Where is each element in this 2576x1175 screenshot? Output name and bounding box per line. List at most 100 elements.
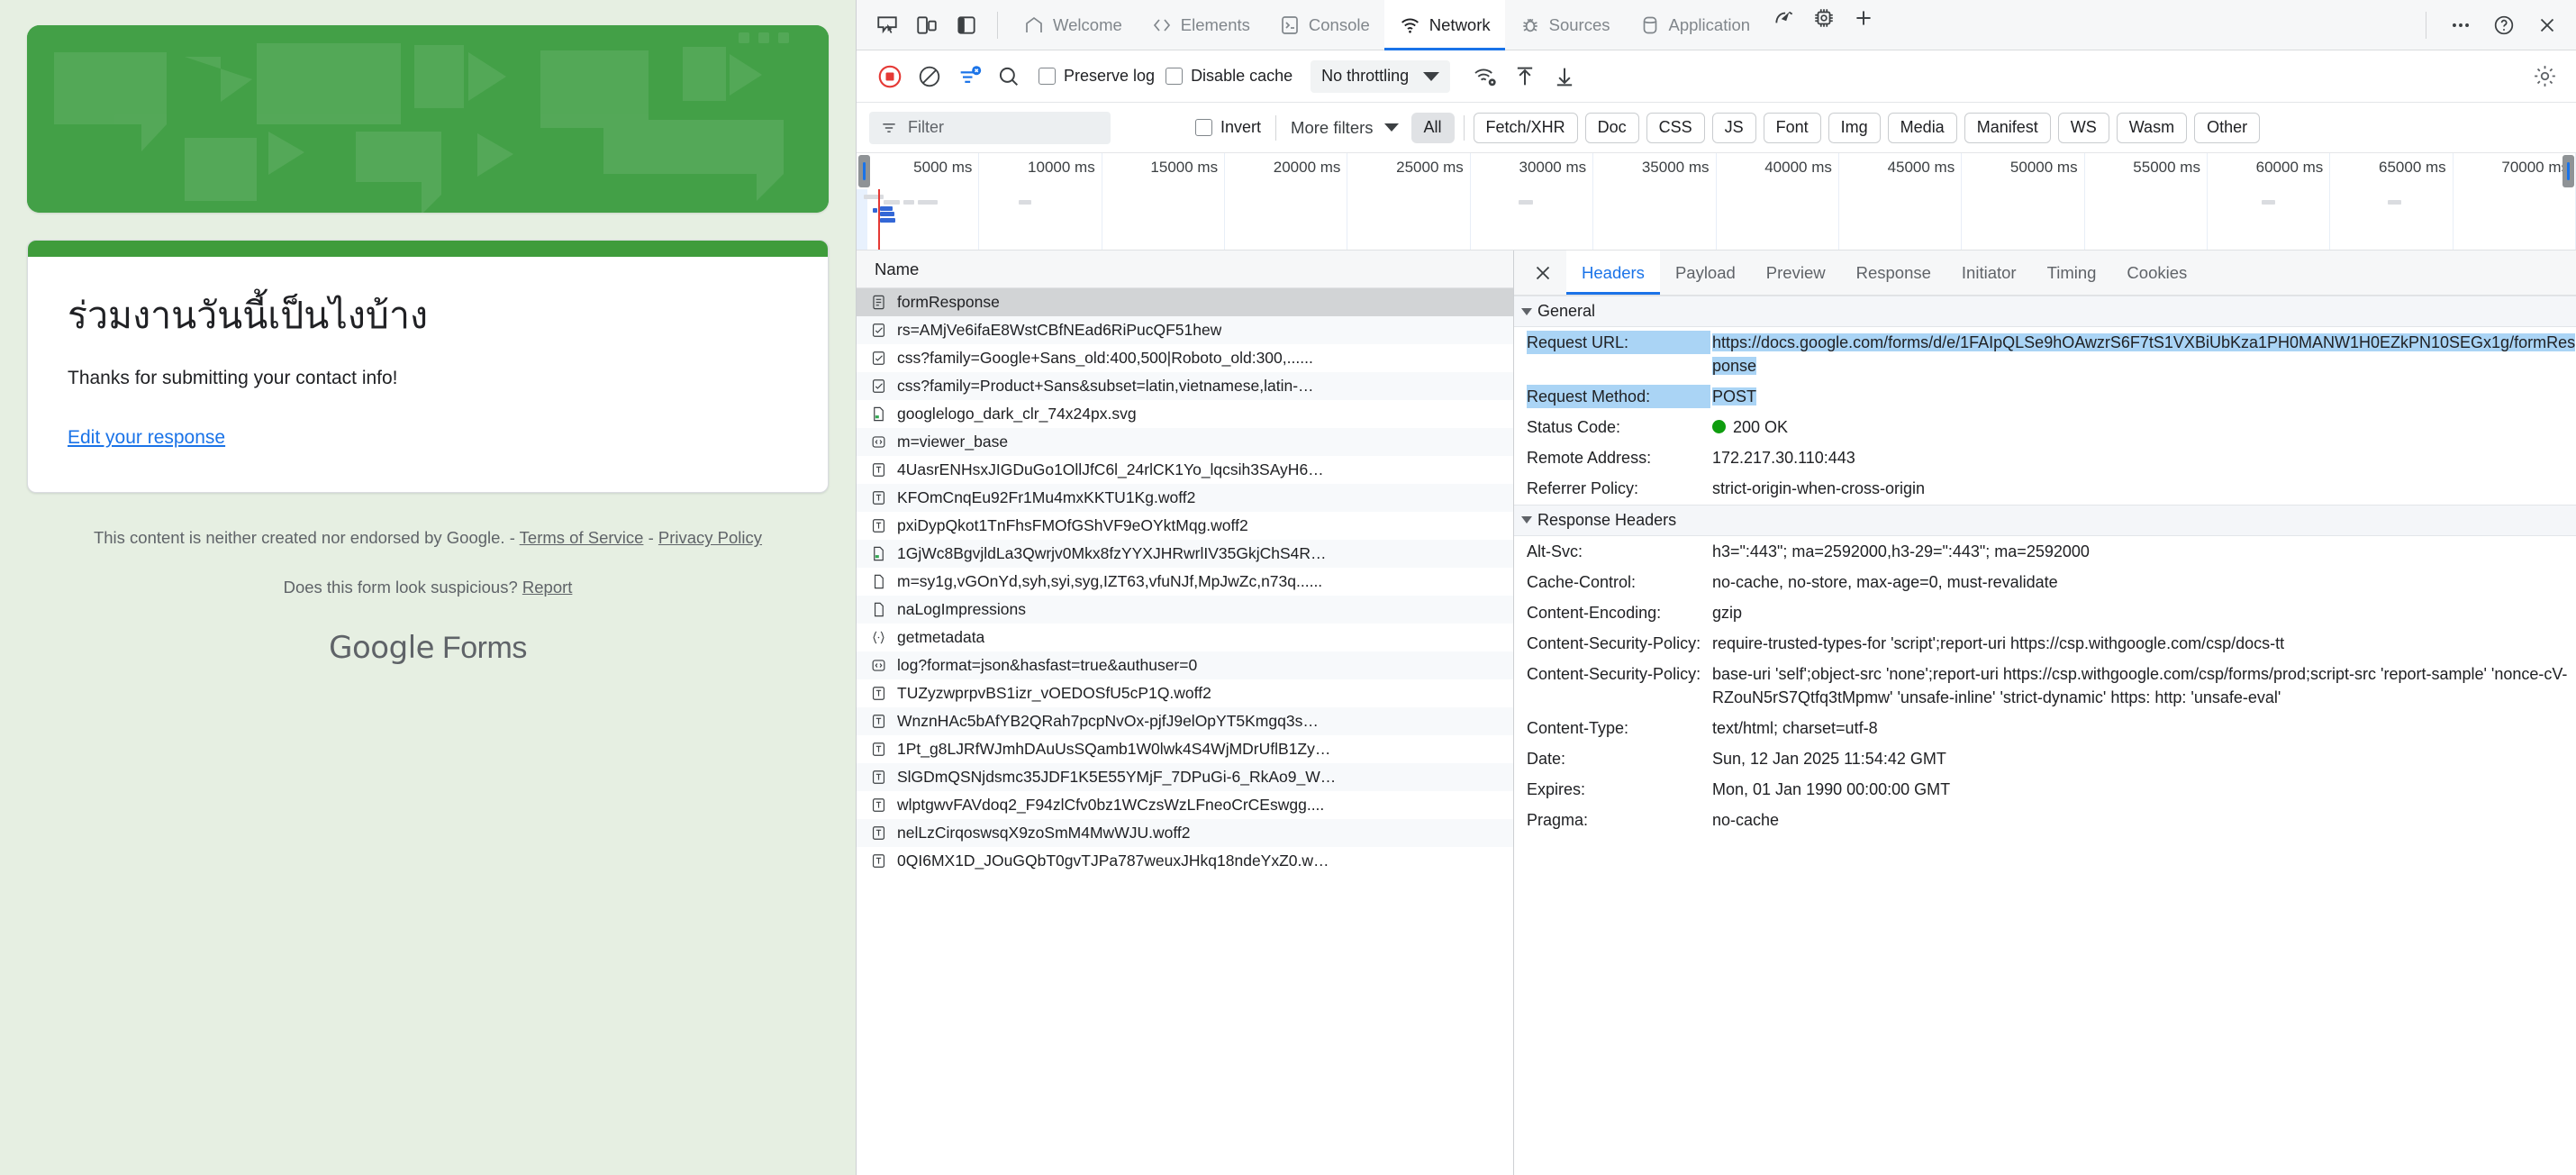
- type-filter-media[interactable]: Media: [1887, 112, 1957, 143]
- tab-timing[interactable]: Timing: [2032, 250, 2112, 295]
- preserve-log-box[interactable]: [1039, 68, 1056, 85]
- tab-elements[interactable]: Elements: [1137, 0, 1265, 50]
- column-header-name[interactable]: Name: [857, 250, 1513, 288]
- filter-input[interactable]: Filter: [869, 111, 1111, 144]
- tab-response[interactable]: Response: [1841, 250, 1946, 295]
- section-header[interactable]: General: [1514, 296, 2576, 327]
- close-icon[interactable]: [1519, 250, 1566, 295]
- table-row[interactable]: 1GjWc8BgvjldLa3Qwrjv0Mkx8fzYYXJHRwrlIV35…: [857, 540, 1513, 568]
- type-filter-ws[interactable]: WS: [2057, 112, 2109, 143]
- more-options-icon[interactable]: [2441, 7, 2481, 43]
- network-conditions-icon[interactable]: [1466, 58, 1504, 96]
- close-devtools-icon[interactable]: [2527, 7, 2567, 43]
- memory-chip-icon[interactable]: [1804, 0, 1844, 36]
- device-toolbar-icon[interactable]: [907, 7, 947, 43]
- filter-settings-icon[interactable]: [950, 58, 988, 96]
- table-row[interactable]: m=sy1g,vGOnYd,syh,syi,syg,IZT63,vfuNJf,M…: [857, 568, 1513, 596]
- table-row[interactable]: rs=AMjVe6ifaE8WstCBfNEad6RiPucQF51hew: [857, 316, 1513, 344]
- overview-tick-label: 45000 ms: [1887, 159, 1955, 176]
- table-row[interactable]: log?format=json&hasfast=true&authuser=0: [857, 651, 1513, 679]
- table-row[interactable]: googlelogo_dark_clr_74x24px.svg: [857, 400, 1513, 428]
- type-filter-other[interactable]: Other: [2194, 112, 2261, 143]
- more-filters-dropdown[interactable]: More filters: [1291, 118, 1399, 138]
- table-row[interactable]: formResponse: [857, 288, 1513, 316]
- table-row[interactable]: 0QI6MX1D_JOuGQbT0gvTJPa787weuxJHkq18ndeY…: [857, 847, 1513, 875]
- invert-box[interactable]: [1195, 119, 1212, 136]
- header-key: Request Method:: [1527, 385, 1710, 409]
- table-row[interactable]: getmetadata: [857, 624, 1513, 651]
- header-key: Status Code:: [1527, 418, 1621, 437]
- table-row[interactable]: wlptgwvFAVdoq2_F94zlCfv0bz1WCzsWzLFneoCr…: [857, 791, 1513, 819]
- table-row[interactable]: naLogImpressions: [857, 596, 1513, 624]
- tab-initiator[interactable]: Initiator: [1946, 250, 2032, 295]
- table-row[interactable]: m=viewer_base: [857, 428, 1513, 456]
- preserve-log-checkbox[interactable]: Preserve log: [1039, 67, 1155, 86]
- type-filter-css[interactable]: CSS: [1646, 112, 1705, 143]
- type-filter-img[interactable]: Img: [1828, 112, 1881, 143]
- dock-side-icon[interactable]: [947, 7, 986, 43]
- network-overview-timeline[interactable]: 5000 ms 10000 ms 15000 ms 20000 ms 25000…: [857, 153, 2576, 250]
- type-filter-js[interactable]: JS: [1711, 112, 1756, 143]
- clear-icon[interactable]: [911, 58, 948, 96]
- type-filter-manifest[interactable]: Manifest: [1964, 112, 2051, 143]
- search-icon[interactable]: [990, 58, 1028, 96]
- table-row[interactable]: 4UasrENHsxJIGDuGo1OllJfC6l_24rlCK1Yo_lqc…: [857, 456, 1513, 484]
- database-icon: [1643, 16, 1656, 33]
- header-row: Status Code: 200 OK: [1514, 412, 2576, 442]
- add-panel-icon[interactable]: [1844, 0, 1883, 36]
- tab-network[interactable]: Network: [1383, 0, 1505, 50]
- tab-console[interactable]: Console: [1265, 0, 1384, 50]
- header-key: Content-Security-Policy:: [1527, 633, 1701, 652]
- table-row[interactable]: TUZyzwprpvBS1izr_vOEDOSfU5cP1Q.woff2: [857, 679, 1513, 707]
- tab-preview[interactable]: Preview: [1751, 250, 1841, 295]
- export-har-icon[interactable]: [1546, 58, 1583, 96]
- tab-application[interactable]: Application: [1625, 0, 1765, 50]
- disable-cache-box[interactable]: [1166, 68, 1184, 85]
- type-filter-fetch-xhr[interactable]: Fetch/XHR: [1473, 112, 1578, 143]
- edit-response-link[interactable]: Edit your response: [68, 427, 225, 449]
- record-stop-icon[interactable]: [871, 58, 909, 96]
- privacy-policy-link[interactable]: Privacy Policy: [658, 528, 762, 547]
- overview-bar: [2388, 200, 2401, 205]
- header-row: Content-Security-Policy: base-uri 'self';…: [1514, 659, 2576, 713]
- overview-bar: [880, 206, 893, 211]
- tab-welcome[interactable]: Welcome: [1009, 0, 1137, 50]
- header-value-text: POST: [1712, 387, 1757, 406]
- type-filter-doc[interactable]: Doc: [1584, 112, 1639, 143]
- table-row[interactable]: nelLzCirqoswsqX9zoSmM4MwWJU.woff2: [857, 819, 1513, 847]
- table-row[interactable]: KFOmCnqEu92Fr1Mu4mxKKTU1Kg.woff2: [857, 484, 1513, 512]
- card-accent-bar: [28, 241, 828, 257]
- disable-cache-checkbox[interactable]: Disable cache: [1166, 67, 1293, 86]
- table-row[interactable]: 1Pt_g8LJRfWJmhDAuUsSQamb1W0lwk4S4WjMDrUf…: [857, 735, 1513, 763]
- tab-sources[interactable]: Sources: [1505, 0, 1625, 50]
- tab-cookies[interactable]: Cookies: [2111, 250, 2202, 295]
- tab-payload[interactable]: Payload: [1660, 250, 1751, 295]
- type-filter-all[interactable]: All: [1410, 112, 1455, 143]
- table-row[interactable]: css?family=Product+Sans&subset=latin,vie…: [857, 372, 1513, 400]
- table-row[interactable]: SlGDmQSNjdsmc35JDF1K5E55YMjF_7DPuGi-6_Rk…: [857, 763, 1513, 791]
- invert-checkbox[interactable]: Invert: [1195, 118, 1261, 137]
- table-row[interactable]: WnznHAc5bAfYB2QRah7pcpNvOx-pjfJ9elOpYT5K…: [857, 707, 1513, 735]
- inspect-element-icon[interactable]: [867, 7, 907, 43]
- tab-headers[interactable]: Headers: [1566, 250, 1660, 295]
- help-icon[interactable]: [2484, 7, 2524, 43]
- type-filter-font[interactable]: Font: [1763, 112, 1821, 143]
- header-row: Referrer Policy: strict-origin-when-cross…: [1514, 473, 2576, 504]
- overview-right-handle[interactable]: [2562, 155, 2574, 187]
- header-row: Pragma: no-cache: [1514, 805, 2576, 835]
- import-har-icon[interactable]: [1506, 58, 1544, 96]
- section-header[interactable]: Response Headers: [1514, 504, 2576, 536]
- table-row[interactable]: pxiDypQkot1TnFhsFMOfGShVF9eOYktMqg.woff2: [857, 512, 1513, 540]
- table-row[interactable]: css?family=Google+Sans_old:400,500|Robot…: [857, 344, 1513, 372]
- gear-icon[interactable]: [2526, 58, 2563, 96]
- throttling-select[interactable]: No throttling: [1311, 59, 1451, 93]
- type-filter-wasm[interactable]: Wasm: [2116, 112, 2188, 143]
- header-key: Pragma:: [1527, 811, 1589, 830]
- overview-left-handle[interactable]: [858, 155, 870, 187]
- report-link[interactable]: Report: [522, 578, 573, 597]
- request-name: KFOmCnqEu92Fr1Mu4mxKKTU1Kg.woff2: [897, 488, 1196, 506]
- performance-insights-icon[interactable]: [1764, 0, 1804, 36]
- font-icon: [869, 852, 887, 871]
- tab-welcome-label: Welcome: [1053, 14, 1122, 34]
- terms-of-service-link[interactable]: Terms of Service: [520, 528, 644, 547]
